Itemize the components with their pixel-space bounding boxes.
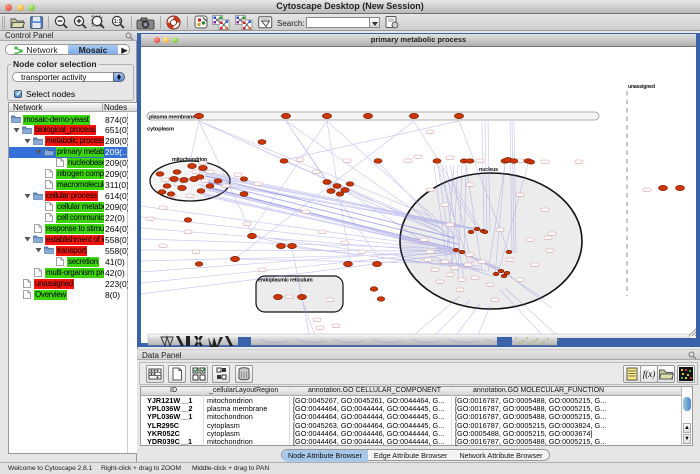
svg-text:1:1: 1:1 bbox=[114, 19, 121, 25]
svg-text:cytoplasm: cytoplasm bbox=[147, 127, 174, 133]
svg-text:endoplasmic reticulum: endoplasmic reticulum bbox=[258, 278, 313, 284]
svg-text:plasma membrane: plasma membrane bbox=[149, 115, 195, 121]
svg-text:unassigned: unassigned bbox=[628, 84, 655, 90]
